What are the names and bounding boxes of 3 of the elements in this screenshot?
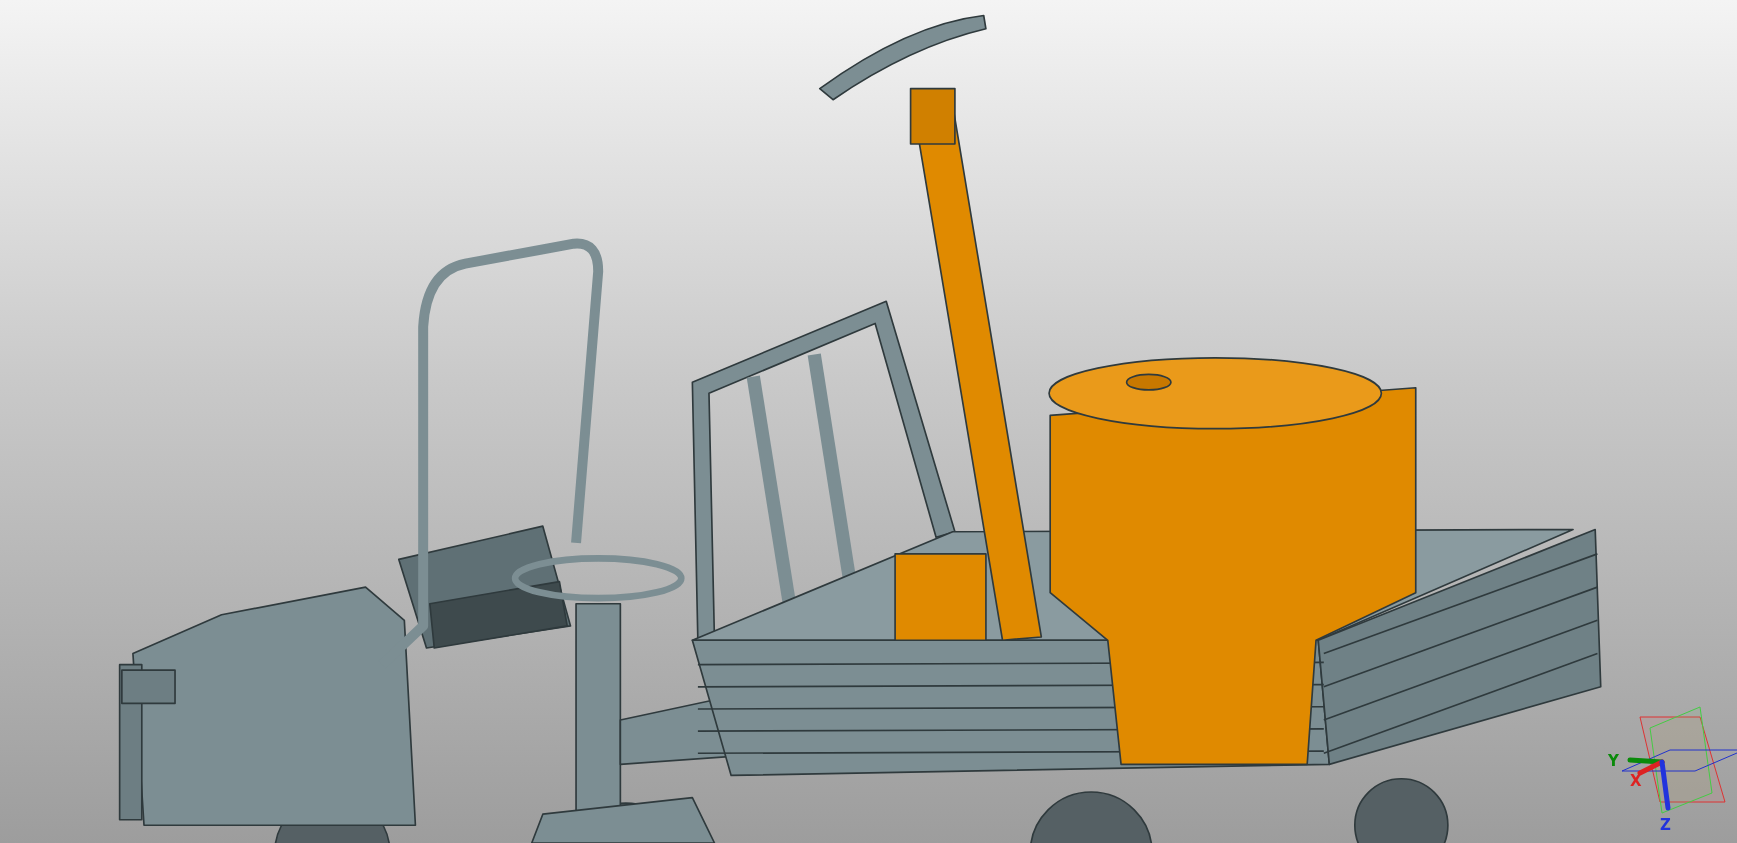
axis-label: Y: [1608, 752, 1619, 770]
axis-label: X: [1630, 772, 1642, 790]
axis-label: Z: [1660, 816, 1671, 834]
